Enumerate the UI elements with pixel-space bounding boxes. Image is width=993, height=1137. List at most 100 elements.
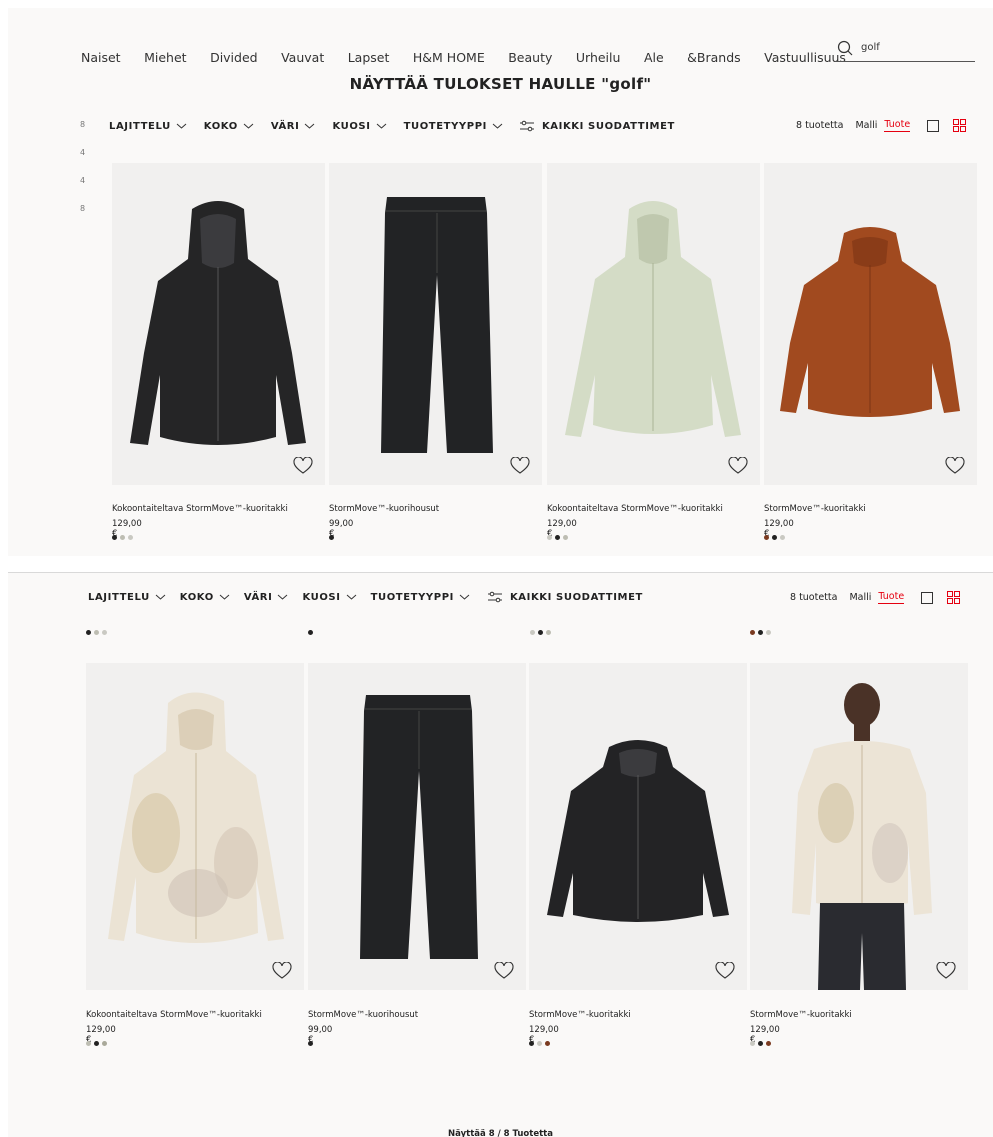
- color-swatches[interactable]: [308, 1041, 316, 1046]
- swatch[interactable]: [102, 630, 107, 635]
- swatch[interactable]: [758, 630, 763, 635]
- nav-item-lapset[interactable]: Lapset: [348, 50, 390, 65]
- pattern-label: KUOSI: [302, 591, 341, 603]
- color-swatches[interactable]: [750, 630, 774, 635]
- nav-item-hm-home[interactable]: H&M HOME: [413, 50, 485, 65]
- heart-icon[interactable]: [510, 457, 530, 475]
- heart-icon[interactable]: [293, 457, 313, 475]
- swatch[interactable]: [86, 630, 91, 635]
- swatch[interactable]: [772, 535, 777, 540]
- all-filters-button[interactable]: KAIKKI SUODATTIMET: [487, 591, 643, 603]
- nav-item-naiset[interactable]: Naiset: [81, 50, 121, 65]
- product-image[interactable]: [308, 663, 526, 990]
- nav-item-ale[interactable]: Ale: [644, 50, 664, 65]
- heart-icon[interactable]: [945, 457, 965, 475]
- product-image[interactable]: [764, 163, 977, 485]
- product-image[interactable]: [547, 163, 760, 485]
- swatch[interactable]: [94, 630, 99, 635]
- nav-item-miehet[interactable]: Miehet: [144, 50, 186, 65]
- product-image[interactable]: [112, 163, 325, 485]
- product-name[interactable]: StormMove™-kuoritakki: [529, 1010, 631, 1020]
- heart-icon[interactable]: [494, 962, 514, 980]
- color-dropdown[interactable]: VÄRI: [244, 592, 289, 603]
- chevron-down-icon: [278, 594, 288, 600]
- color-swatches[interactable]: [86, 630, 110, 635]
- color-swatches[interactable]: [112, 535, 136, 540]
- view-product-toggle[interactable]: Tuote: [884, 119, 911, 132]
- swatch[interactable]: [758, 1041, 763, 1046]
- nav-item-brands[interactable]: &Brands: [687, 50, 741, 65]
- single-column-view-icon[interactable]: [921, 591, 934, 604]
- view-model-toggle[interactable]: Malli: [855, 120, 877, 131]
- product-name[interactable]: Kokoontaiteltava StormMove™-kuoritakki: [547, 504, 723, 514]
- nav-item-beauty[interactable]: Beauty: [508, 50, 552, 65]
- pattern-dropdown[interactable]: KUOSI: [332, 121, 386, 132]
- grid-view-icon[interactable]: [953, 119, 967, 132]
- product-name[interactable]: Kokoontaiteltava StormMove™-kuoritakki: [112, 504, 288, 514]
- color-swatches[interactable]: [529, 1041, 553, 1046]
- swatch[interactable]: [94, 1041, 99, 1046]
- product-name[interactable]: StormMove™-kuorihousut: [308, 1010, 418, 1020]
- grid-view-icon[interactable]: [947, 591, 961, 604]
- swatch[interactable]: [538, 630, 543, 635]
- color-swatches[interactable]: [86, 1041, 110, 1046]
- color-swatches[interactable]: [308, 630, 316, 635]
- nav-item-vastuullisuus[interactable]: Vastuullisuus: [764, 50, 846, 65]
- color-swatches[interactable]: [329, 535, 337, 540]
- swatch[interactable]: [750, 630, 755, 635]
- nav-item-vauvat[interactable]: Vauvat: [281, 50, 324, 65]
- product-name[interactable]: Kokoontaiteltava StormMove™-kuoritakki: [86, 1010, 262, 1020]
- product-type-dropdown[interactable]: TUOTETYYPPI: [404, 121, 503, 132]
- swatch[interactable]: [545, 1041, 550, 1046]
- swatch[interactable]: [555, 535, 560, 540]
- color-swatches[interactable]: [547, 535, 571, 540]
- swatch[interactable]: [766, 1041, 771, 1046]
- swatch[interactable]: [120, 535, 125, 540]
- product-name[interactable]: StormMove™-kuorihousut: [329, 504, 439, 514]
- nav-item-urheilu[interactable]: Urheilu: [576, 50, 621, 65]
- swatch[interactable]: [329, 535, 334, 540]
- swatch[interactable]: [537, 1041, 542, 1046]
- sort-dropdown[interactable]: LAJITTELU: [109, 121, 187, 132]
- swatch[interactable]: [308, 1041, 313, 1046]
- single-column-view-icon[interactable]: [927, 119, 940, 132]
- nav-item-divided[interactable]: Divided: [210, 50, 258, 65]
- color-swatches[interactable]: [530, 630, 554, 635]
- swatch[interactable]: [547, 535, 552, 540]
- swatch[interactable]: [764, 535, 769, 540]
- heart-icon[interactable]: [272, 962, 292, 980]
- swatch[interactable]: [112, 535, 117, 540]
- product-name[interactable]: StormMove™-kuoritakki: [750, 1010, 852, 1020]
- swatch[interactable]: [102, 1041, 107, 1046]
- swatch[interactable]: [546, 630, 551, 635]
- product-name[interactable]: StormMove™-kuoritakki: [764, 504, 866, 514]
- swatch[interactable]: [128, 535, 133, 540]
- heart-icon[interactable]: [715, 962, 735, 980]
- product-image[interactable]: [750, 663, 968, 990]
- swatch[interactable]: [766, 630, 771, 635]
- swatch[interactable]: [530, 630, 535, 635]
- color-swatches[interactable]: [764, 535, 788, 540]
- heart-icon[interactable]: [728, 457, 748, 475]
- swatch[interactable]: [750, 1041, 755, 1046]
- product-type-dropdown[interactable]: TUOTETYYPPI: [371, 592, 470, 603]
- swatch[interactable]: [563, 535, 568, 540]
- product-image[interactable]: [529, 663, 747, 990]
- view-model-toggle[interactable]: Malli: [849, 592, 871, 603]
- heart-icon[interactable]: [936, 962, 956, 980]
- swatch[interactable]: [780, 535, 785, 540]
- product-image[interactable]: [86, 663, 304, 990]
- product-image[interactable]: [329, 163, 542, 485]
- color-swatches[interactable]: [750, 1041, 774, 1046]
- sort-dropdown[interactable]: LAJITTELU: [88, 592, 166, 603]
- swatch[interactable]: [308, 630, 313, 635]
- all-filters-button[interactable]: KAIKKI SUODATTIMET: [519, 120, 675, 132]
- color-dropdown[interactable]: VÄRI: [271, 121, 316, 132]
- swatch[interactable]: [529, 1041, 534, 1046]
- size-dropdown[interactable]: KOKO: [180, 592, 230, 603]
- size-dropdown[interactable]: KOKO: [204, 121, 254, 132]
- swatch[interactable]: [86, 1041, 91, 1046]
- pattern-dropdown[interactable]: KUOSI: [302, 592, 356, 603]
- search-input[interactable]: golf: [835, 38, 975, 62]
- view-product-toggle[interactable]: Tuote: [878, 591, 905, 604]
